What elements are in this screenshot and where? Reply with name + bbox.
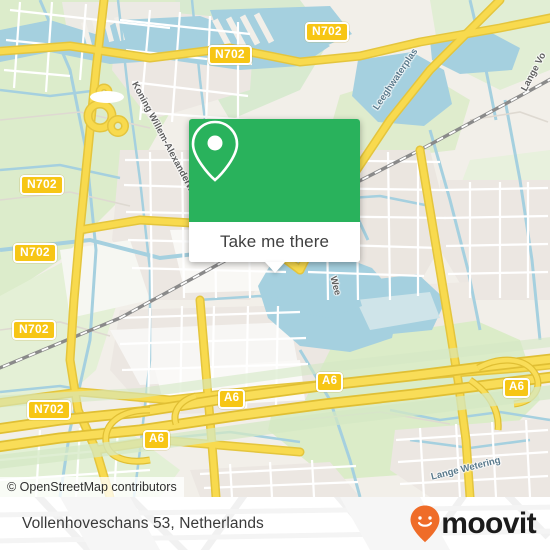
take-me-there-label: Take me there (219, 232, 330, 251)
road-shield: A6 (503, 378, 531, 398)
road-shield: N702 (13, 243, 57, 263)
road-shield: N702 (208, 45, 252, 65)
destination-popup[interactable]: Take me there (189, 119, 360, 273)
road-shield: N702 (305, 22, 349, 42)
moovit-logo[interactable]: moovit (410, 505, 537, 543)
road-shield: N702 (12, 320, 56, 340)
road-shield: A6 (143, 430, 171, 450)
road-shield: A6 (218, 389, 246, 409)
map-canvas[interactable]: N702 N702 N702 N702 N702 N702 A6 A6 A6 A… (0, 0, 550, 497)
osm-attribution[interactable]: © OpenStreetMap contributors (0, 477, 184, 497)
popup-tail (264, 262, 285, 273)
map-screenshot: N702 N702 N702 N702 N702 N702 A6 A6 A6 A… (0, 0, 550, 550)
moovit-smiley-pin-icon (410, 505, 440, 542)
road-shield: A6 (316, 372, 344, 392)
footer-bar: Vollenhoveschans 53, Netherlands moovit (0, 497, 550, 550)
road-shield: N702 (20, 175, 64, 195)
moovit-wordmark: moovit (441, 506, 536, 540)
popup-icon-area (189, 119, 360, 222)
map-pin-icon (191, 120, 239, 182)
road-shield: N702 (27, 400, 71, 420)
popup-action[interactable]: Take me there (189, 222, 360, 273)
address-label: Vollenhoveschans 53, Netherlands (22, 514, 264, 532)
